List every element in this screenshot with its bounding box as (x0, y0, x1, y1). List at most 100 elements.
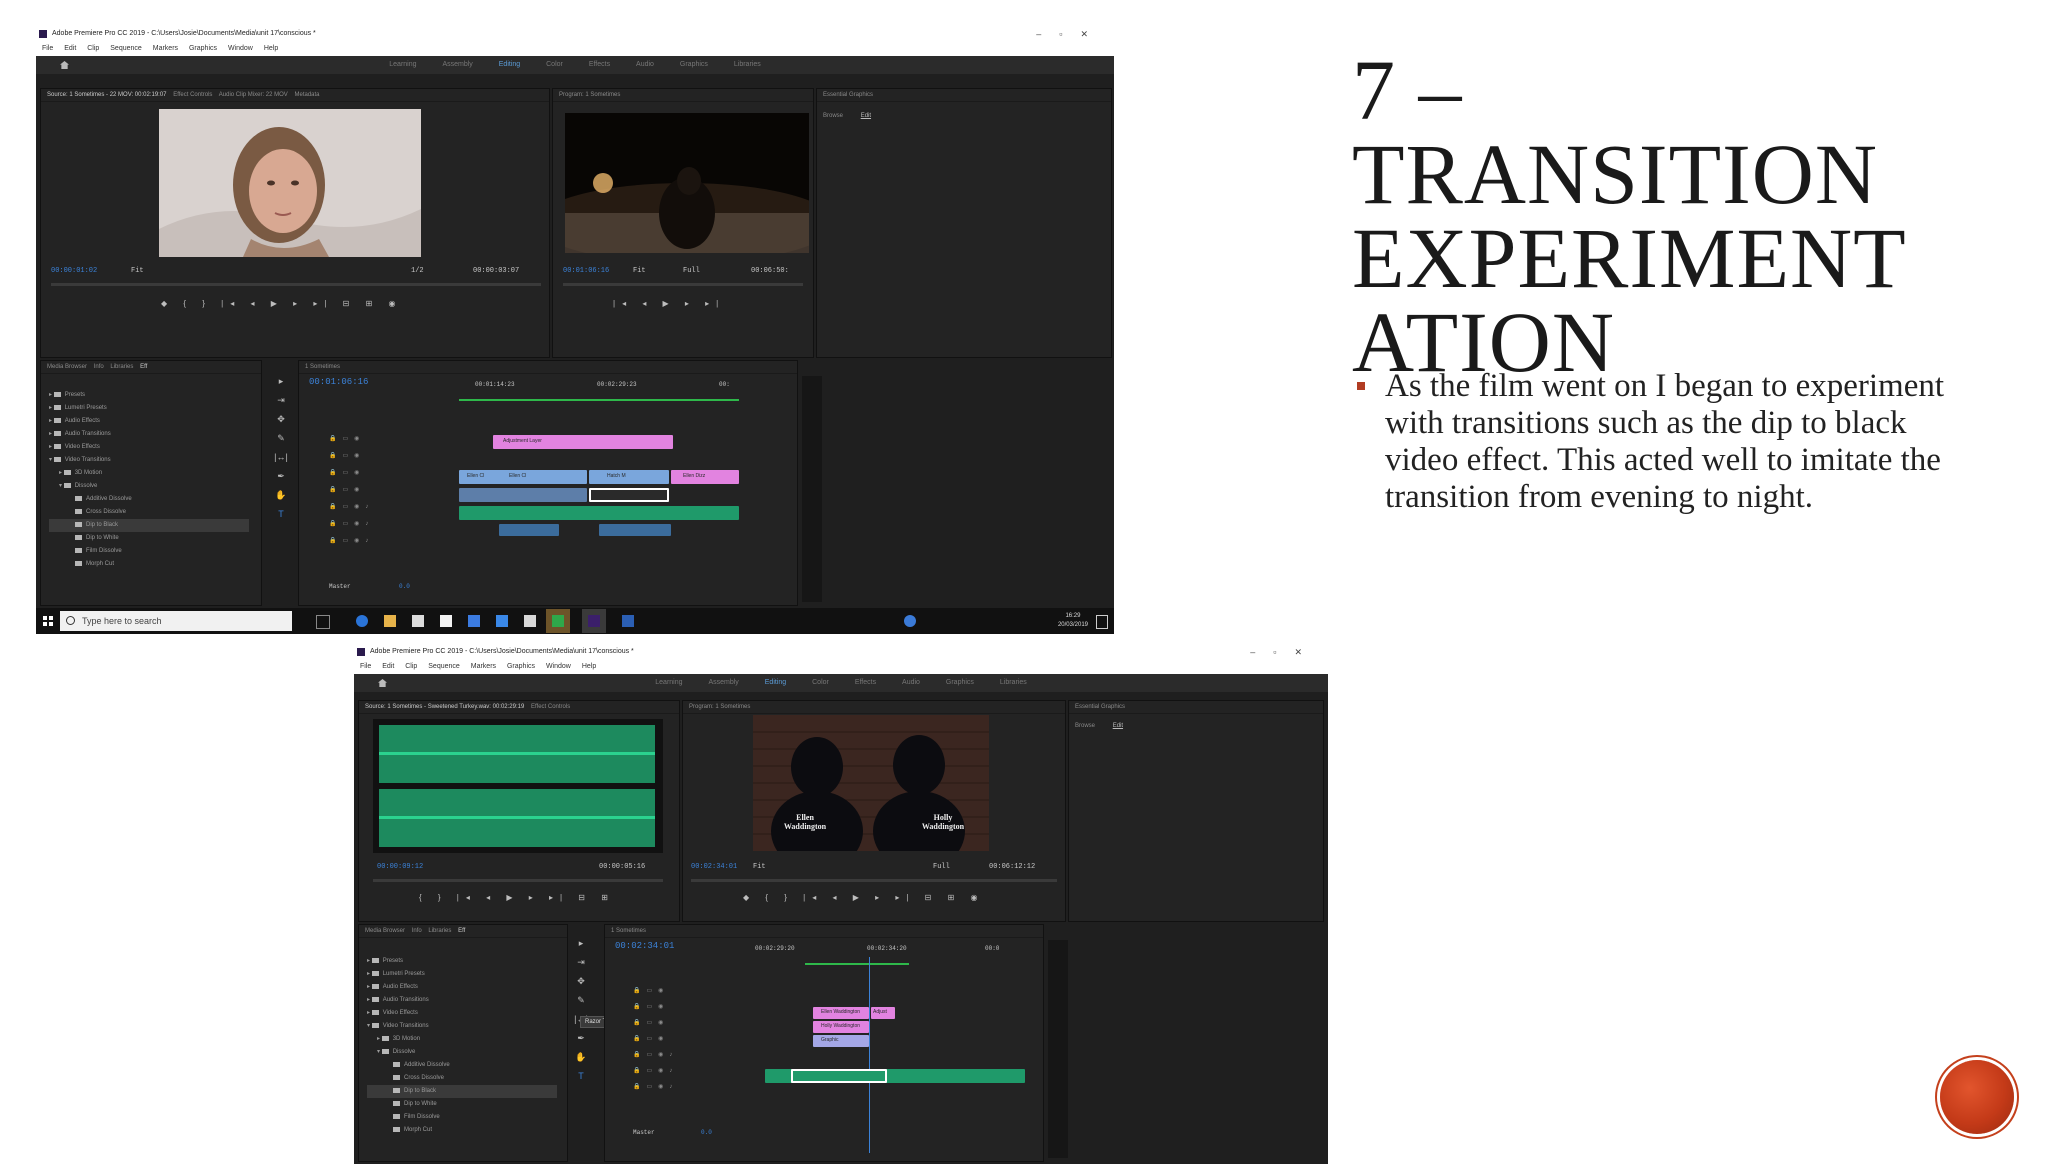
window-controls[interactable]: –▫✕ (1250, 644, 1320, 660)
master-track-value[interactable]: 0.0 (399, 583, 410, 590)
tree-item[interactable]: ▸ Audio Transitions (367, 994, 557, 1007)
amazon-icon[interactable] (440, 615, 452, 627)
program-timecode[interactable]: 00:02:34:01 (691, 863, 737, 871)
menu-help[interactable]: Help (582, 663, 596, 670)
ripple-edit-icon[interactable]: ✥ (272, 410, 290, 429)
title-clip[interactable]: Holly Waddington (813, 1021, 869, 1033)
tab-metadata[interactable]: Metadata (294, 92, 319, 98)
workspace-editing[interactable]: Editing (499, 61, 520, 68)
tree-item[interactable]: Additive Dissolve (367, 1059, 557, 1072)
tree-item[interactable]: Cross Dissolve (49, 506, 249, 519)
video-clip[interactable]: Ellen Cl Ellen Cl (459, 470, 587, 484)
hand-tool-icon[interactable]: ✋ (572, 1048, 590, 1067)
work-area-bar[interactable] (459, 399, 739, 401)
source-fit[interactable]: Fit (131, 267, 144, 275)
taskbar-search[interactable]: Type here to search (60, 611, 292, 631)
tree-item[interactable]: ▾ Video Transitions (49, 454, 249, 467)
premiere-taskbar-icon[interactable] (588, 615, 600, 627)
audio-clip[interactable] (459, 506, 739, 520)
menu-sequence[interactable]: Sequence (428, 663, 460, 670)
tree-item-selected[interactable]: Dip to Black (367, 1085, 557, 1098)
tab-info[interactable]: Info (94, 364, 104, 370)
tree-item[interactable]: Dip to White (49, 532, 249, 545)
video-clip-pink[interactable]: Ellen Dizz (671, 470, 739, 484)
mail-icon[interactable] (524, 615, 536, 627)
source-scrub-bar[interactable] (373, 879, 663, 882)
audio-clip[interactable] (599, 524, 671, 536)
source-timecode[interactable]: 00:00:01:02 (51, 267, 97, 275)
tab-media-browser[interactable]: Media Browser (47, 364, 87, 370)
essential-graphics-title[interactable]: Essential Graphics (817, 89, 1111, 102)
type-tool-icon[interactable]: T (272, 505, 290, 524)
razor-tool-icon[interactable]: ✎ (572, 991, 590, 1010)
menu-clip[interactable]: Clip (87, 45, 99, 52)
track-select-icon[interactable]: ⇥ (272, 391, 290, 410)
task-view-icon[interactable] (316, 615, 330, 629)
track-headers[interactable]: 🔒▭◉ 🔒▭◉ 🔒▭◉ 🔒▭◉ 🔒▭◉♪ 🔒▭◉♪ 🔒▭◉♪ (633, 983, 678, 1095)
menu-sequence[interactable]: Sequence (110, 45, 142, 52)
tree-item[interactable]: Cross Dissolve (367, 1072, 557, 1085)
edge-icon[interactable] (356, 615, 368, 627)
menu-graphics[interactable]: Graphics (507, 663, 535, 670)
ripple-edit-icon[interactable]: ✥ (572, 972, 590, 991)
store-icon[interactable] (412, 615, 424, 627)
tree-item[interactable]: ▸ Video Effects (367, 1007, 557, 1020)
menu-file[interactable]: File (360, 663, 371, 670)
tree-item[interactable]: ▸ 3D Motion (49, 467, 249, 480)
help-icon[interactable] (904, 615, 916, 627)
tree-item[interactable]: ▸ Lumetri Presets (49, 402, 249, 415)
tree-item[interactable]: ▸ Video Effects (49, 441, 249, 454)
workspace-color[interactable]: Color (812, 679, 829, 686)
notification-icon[interactable] (1096, 615, 1108, 629)
menu-help[interactable]: Help (264, 45, 278, 52)
workspace-libraries[interactable]: Libraries (734, 61, 761, 68)
razor-tool-icon[interactable]: ✎ (272, 429, 290, 448)
graphic-clip[interactable]: Graphic (813, 1035, 869, 1047)
pen-tool-icon[interactable]: ✒ (572, 1029, 590, 1048)
tree-item[interactable]: ▸ Presets (367, 955, 557, 968)
tree-item[interactable]: ▾ Video Transitions (367, 1020, 557, 1033)
program-quality[interactable]: Full (683, 267, 700, 275)
tree-item[interactable]: ▾ Dissolve (49, 480, 249, 493)
tab-source[interactable]: Source: 1 Sometimes - Sweetened Turkey.w… (365, 704, 524, 710)
program-timecode[interactable]: 00:01:06:16 (563, 267, 609, 275)
tree-item[interactable]: Film Dissolve (49, 545, 249, 558)
workspace-graphics[interactable]: Graphics (946, 679, 974, 686)
tree-item[interactable]: ▾ Dissolve (367, 1046, 557, 1059)
tab-browse[interactable]: Browse (823, 113, 843, 119)
tree-item[interactable]: ▸ Presets (49, 389, 249, 402)
menu-clip[interactable]: Clip (405, 663, 417, 670)
home-icon[interactable] (378, 679, 387, 687)
hand-tool-icon[interactable]: ✋ (272, 486, 290, 505)
workspace-effects[interactable]: Effects (589, 61, 610, 68)
menu-markers[interactable]: Markers (153, 45, 178, 52)
menu-window[interactable]: Window (228, 45, 253, 52)
menu-window[interactable]: Window (546, 663, 571, 670)
program-title[interactable]: Program: 1 Sometimes (683, 701, 1065, 714)
tab-audio-clip-mixer[interactable]: Audio Clip Mixer: 22 MOV (219, 92, 288, 98)
dropbox-icon[interactable] (468, 615, 480, 627)
program-fit[interactable]: Fit (633, 267, 646, 275)
work-area-bar[interactable] (805, 963, 909, 965)
tab-edit[interactable]: Edit (1113, 723, 1123, 729)
workspace-effects[interactable]: Effects (855, 679, 876, 686)
tab-effect-controls[interactable]: Effect Controls (531, 704, 570, 710)
playhead[interactable] (869, 957, 870, 1153)
workspace-editing[interactable]: Editing (765, 679, 786, 686)
sequence-tab[interactable]: 1 Sometimes (299, 361, 797, 374)
tab-effects[interactable]: Eff (140, 364, 147, 370)
video-clip[interactable] (459, 488, 587, 502)
workspace-audio[interactable]: Audio (636, 61, 654, 68)
workspace-graphics[interactable]: Graphics (680, 61, 708, 68)
program-title[interactable]: Program: 1 Sometimes (553, 89, 813, 102)
tab-media-browser[interactable]: Media Browser (365, 928, 405, 934)
timeline-timecode[interactable]: 00:02:34:01 (615, 941, 674, 951)
tree-item[interactable]: ▸ Audio Effects (49, 415, 249, 428)
tab-libraries[interactable]: Libraries (428, 928, 451, 934)
master-track-value[interactable]: 0.0 (701, 1129, 712, 1136)
tab-browse[interactable]: Browse (1075, 723, 1095, 729)
source-ratio[interactable]: 1/2 (411, 267, 424, 275)
file-explorer-icon[interactable] (384, 615, 396, 627)
workspace-color[interactable]: Color (546, 61, 563, 68)
program-quality[interactable]: Full (933, 863, 950, 871)
